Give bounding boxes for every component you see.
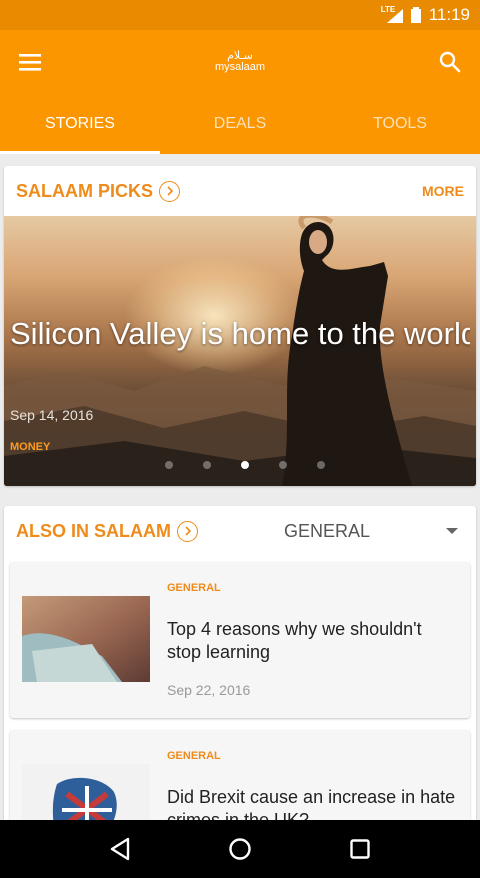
story-item[interactable]: GENERAL Top 4 reasons why we shouldn't s…	[10, 562, 470, 718]
picks-header: SALAAM PICKS MORE	[4, 166, 476, 216]
category-filter-dropdown[interactable]: GENERAL	[284, 506, 464, 556]
carousel-dot[interactable]	[203, 461, 211, 469]
status-bar: LTE 11:19	[0, 0, 480, 30]
chevron-right-icon[interactable]	[159, 180, 181, 202]
story-title: Top 4 reasons why we shouldn't stop lear…	[167, 619, 422, 662]
recents-icon[interactable]	[349, 838, 371, 860]
also-title[interactable]: ALSO IN SALAAM	[16, 521, 171, 542]
search-icon[interactable]	[438, 50, 462, 74]
featured-story-title: Silicon Valley is home to the world’s la…	[10, 316, 470, 351]
salaam-picks-card: SALAAM PICKS MORE Silicon Valley is home…	[4, 166, 476, 486]
picks-title[interactable]: SALAAM PICKS	[16, 181, 153, 202]
more-link[interactable]: MORE	[422, 183, 464, 199]
chevron-right-icon[interactable]	[177, 520, 198, 542]
clock: 11:19	[428, 5, 470, 24]
featured-story[interactable]: Silicon Valley is home to the world’s la…	[4, 216, 476, 486]
app-logo: سـلام mysalaam	[215, 51, 265, 73]
logo-text: mysalaam	[214, 61, 266, 73]
signal-icon: LTE	[381, 5, 403, 23]
featured-story-category: MONEY	[10, 441, 51, 453]
story-category: GENERAL	[167, 750, 221, 762]
carousel-dot[interactable]	[165, 461, 173, 469]
carousel-dot[interactable]	[317, 461, 325, 469]
carousel-dot-active[interactable]	[241, 461, 249, 469]
carousel-dot[interactable]	[279, 461, 287, 469]
tab-stories[interactable]: STORIES	[0, 94, 160, 154]
also-in-salaam-card: ALSO IN SALAAM GENERAL GENERAL Top 4 rea…	[4, 506, 476, 836]
battery-icon	[410, 7, 421, 23]
tab-deals[interactable]: DEALS	[160, 94, 320, 154]
menu-icon[interactable]	[18, 52, 42, 72]
home-icon[interactable]	[228, 837, 252, 861]
category-filter-value: GENERAL	[284, 520, 371, 541]
featured-story-date: Sep 14, 2016	[10, 407, 94, 423]
back-icon[interactable]	[109, 837, 131, 861]
system-nav-bar	[0, 820, 480, 878]
dropdown-caret-icon	[446, 528, 458, 534]
story-date: Sep 22, 2016	[167, 682, 251, 698]
tab-bar: STORIES DEALS TOOLS	[0, 94, 480, 154]
app-bar: سـلام mysalaam	[0, 30, 480, 94]
story-thumbnail	[22, 596, 150, 682]
tab-tools[interactable]: TOOLS	[320, 94, 480, 154]
carousel-indicator	[4, 461, 476, 469]
story-category: GENERAL	[167, 582, 221, 594]
